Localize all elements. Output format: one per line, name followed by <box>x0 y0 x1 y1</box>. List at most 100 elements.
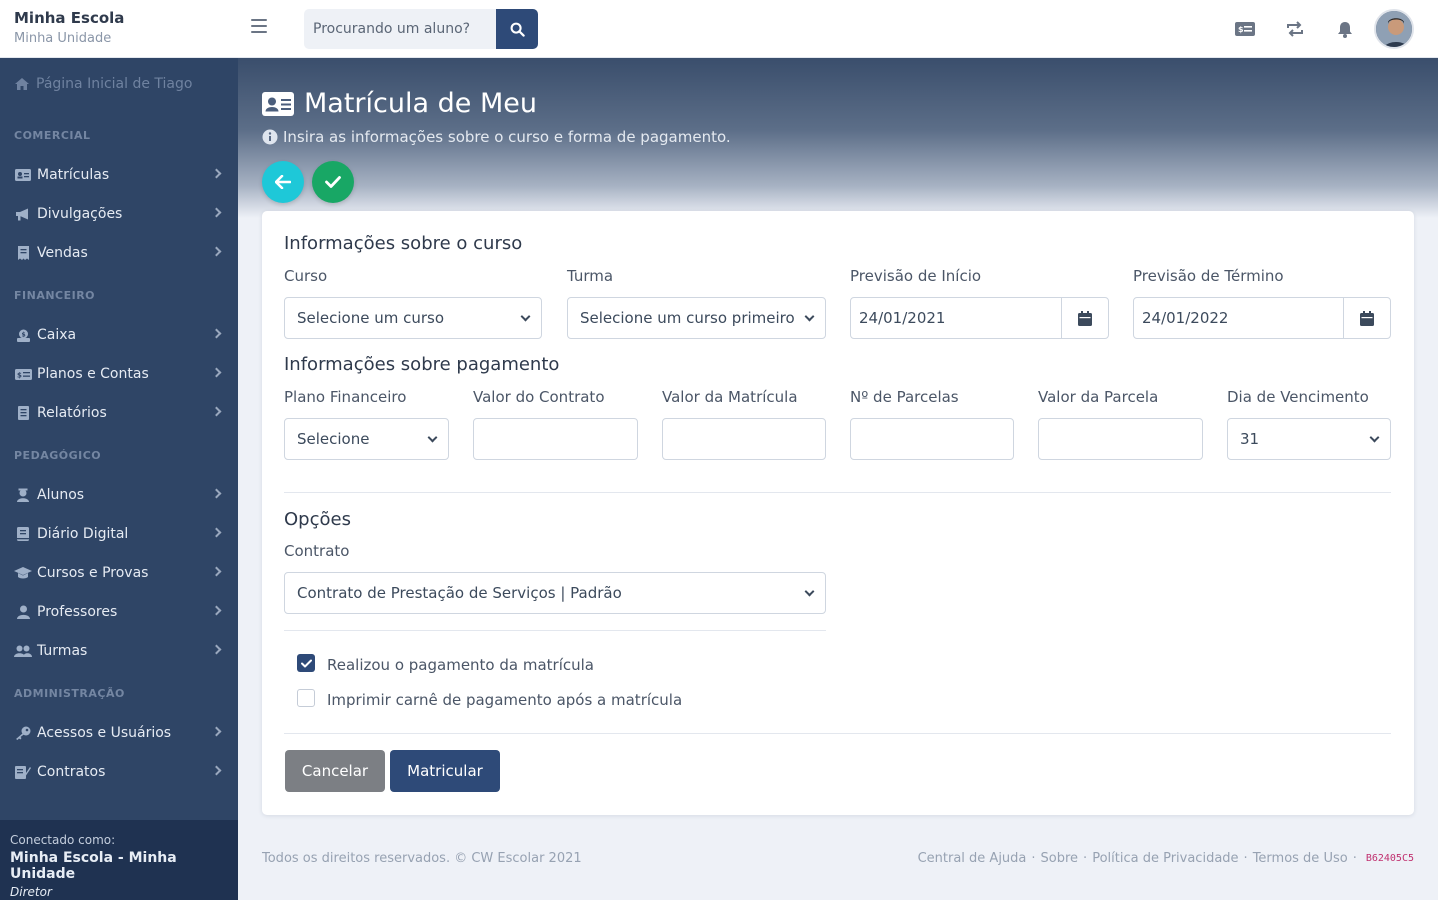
section-financeiro: FINANCEIRO <box>14 289 96 302</box>
chevron-right-icon <box>211 488 222 499</box>
billing-button[interactable]: $ <box>1220 8 1270 50</box>
course-section-heading: Informações sobre o curso <box>284 233 523 254</box>
turma-select-value: Selecione um curso primeiro <box>580 309 795 327</box>
enroll-button[interactable]: Matricular <box>390 750 500 792</box>
separator: · <box>1083 851 1088 866</box>
print-booklet-checkbox[interactable] <box>297 689 315 707</box>
teacher-icon <box>14 605 32 619</box>
sidebar-item-divulgacoes[interactable]: Divulgações <box>14 202 224 226</box>
valor-matricula-input[interactable] <box>662 418 826 460</box>
about-link[interactable]: Sobre <box>1041 851 1079 866</box>
sidebar-item-label: Diário Digital <box>37 526 129 542</box>
chevron-right-icon <box>211 207 222 218</box>
sidebar-home-link[interactable]: Página Inicial de Tiago <box>14 76 192 92</box>
inicio-calendar-button[interactable] <box>1061 298 1108 338</box>
connected-user: Minha Escola - Minha Unidade <box>10 850 177 882</box>
chevron-right-icon <box>211 566 222 577</box>
valor-contrato-input[interactable] <box>473 418 638 460</box>
svg-text:$: $ <box>21 331 25 338</box>
billing-icon: $ <box>1235 22 1255 36</box>
help-center-link[interactable]: Central de Ajuda <box>918 851 1027 866</box>
money-bill-icon: $ <box>14 367 32 381</box>
chevron-right-icon <box>211 726 222 737</box>
chevron-right-icon <box>211 644 222 655</box>
sidebar-item-vendas[interactable]: Vendas <box>14 241 224 265</box>
chevron-down-icon <box>427 432 438 442</box>
sidebar-item-planos[interactable]: $ Planos e Contas <box>14 362 224 386</box>
brand-title: Minha Escola <box>14 9 125 27</box>
sidebar-item-label: Matrículas <box>37 167 110 183</box>
payment-done-checkbox[interactable] <box>297 654 315 672</box>
sidebar-item-professores[interactable]: Professores <box>14 600 224 624</box>
parcelas-input[interactable] <box>850 418 1014 460</box>
enrollment-form-card: Informações sobre o curso Curso Selecion… <box>262 211 1414 815</box>
payment-done-label[interactable]: Realizou o pagamento da matrícula <box>327 656 594 674</box>
contrato-select[interactable]: Contrato de Prestação de Serviços | Padr… <box>284 572 826 614</box>
footer-links: Central de Ajuda · Sobre · Política de P… <box>918 851 1414 866</box>
inicio-date-input[interactable]: 24/01/2021 <box>851 298 1061 338</box>
confirm-button[interactable] <box>312 161 354 203</box>
id-card-icon <box>262 91 294 116</box>
vencimento-select[interactable]: 31 <box>1227 418 1391 460</box>
report-icon <box>14 406 32 420</box>
sync-button[interactable] <box>1270 8 1320 50</box>
back-button[interactable] <box>262 161 304 203</box>
separator: · <box>1031 851 1036 866</box>
brand[interactable]: Minha Escola Minha Unidade <box>14 9 124 46</box>
megaphone-icon <box>14 207 32 221</box>
calendar-icon <box>1078 310 1092 326</box>
sidebar-user-info: Conectado como: Minha Escola - Minha Uni… <box>0 820 238 900</box>
brand-subtitle: Minha Unidade <box>14 31 112 46</box>
vencimento-select-value: 31 <box>1240 430 1260 448</box>
separator: · <box>1352 851 1357 866</box>
sidebar-item-label: Relatórios <box>37 405 107 421</box>
sidebar-item-label: Caixa <box>37 327 77 343</box>
termino-date-input[interactable]: 24/01/2022 <box>1134 298 1343 338</box>
sidebar-item-matriculas[interactable]: Matrículas <box>14 163 224 187</box>
search-button[interactable] <box>496 9 538 49</box>
build-code: B62405C5 <box>1365 853 1414 864</box>
sidebar-item-turmas[interactable]: Turmas <box>14 639 224 663</box>
section-comercial: COMERCIAL <box>14 129 91 142</box>
valor-matricula-label: Valor da Matrícula <box>662 388 798 406</box>
student-search <box>304 9 538 49</box>
sidebar-item-label: Vendas <box>37 245 88 261</box>
sidebar-item-caixa[interactable]: $ Caixa <box>14 323 224 347</box>
sidebar-item-label: Acessos e Usuários <box>37 725 172 741</box>
sidebar-item-alunos[interactable]: Alunos <box>14 483 224 507</box>
valor-parcela-input[interactable] <box>1038 418 1203 460</box>
sidebar-item-contratos[interactable]: Contratos <box>14 760 224 784</box>
sync-icon <box>1287 21 1303 37</box>
curso-select[interactable]: Selecione um curso <box>284 297 542 339</box>
menu-icon[interactable] <box>251 19 267 33</box>
student-icon <box>14 488 32 502</box>
chevron-down-icon <box>520 311 531 321</box>
users-icon <box>14 644 32 658</box>
chevron-right-icon <box>211 527 222 538</box>
search-input[interactable] <box>304 9 496 49</box>
sidebar-item-diario[interactable]: Diário Digital <box>14 522 224 546</box>
turma-select[interactable]: Selecione um curso primeiro <box>567 297 826 339</box>
notifications-button[interactable] <box>1320 8 1370 50</box>
section-administracao: ADMINISTRAÇÃO <box>14 687 125 700</box>
termino-calendar-button[interactable] <box>1343 298 1390 338</box>
cash-register-icon: $ <box>14 328 32 342</box>
chevron-down-icon <box>1369 432 1380 442</box>
plano-select[interactable]: Selecione <box>284 418 449 460</box>
privacy-policy-link[interactable]: Política de Privacidade <box>1092 851 1238 866</box>
sidebar-item-relatorios[interactable]: Relatórios <box>14 401 224 425</box>
chevron-down-icon <box>804 311 815 321</box>
valor-contrato-label: Valor do Contrato <box>473 388 605 406</box>
terms-link[interactable]: Termos de Uso <box>1253 851 1348 866</box>
sidebar-item-cursos[interactable]: Cursos e Provas <box>14 561 224 585</box>
chevron-right-icon <box>211 406 222 417</box>
avatar[interactable] <box>1374 9 1414 49</box>
sidebar-item-acessos[interactable]: Acessos e Usuários <box>14 721 224 745</box>
sidebar-item-label: Contratos <box>37 764 106 780</box>
search-icon <box>510 22 525 37</box>
cancel-button[interactable]: Cancelar <box>285 750 385 792</box>
turma-label: Turma <box>567 267 614 285</box>
print-booklet-label[interactable]: Imprimir carnê de pagamento após a matrí… <box>327 691 682 709</box>
divider <box>284 733 1391 734</box>
chevron-right-icon <box>211 246 222 257</box>
